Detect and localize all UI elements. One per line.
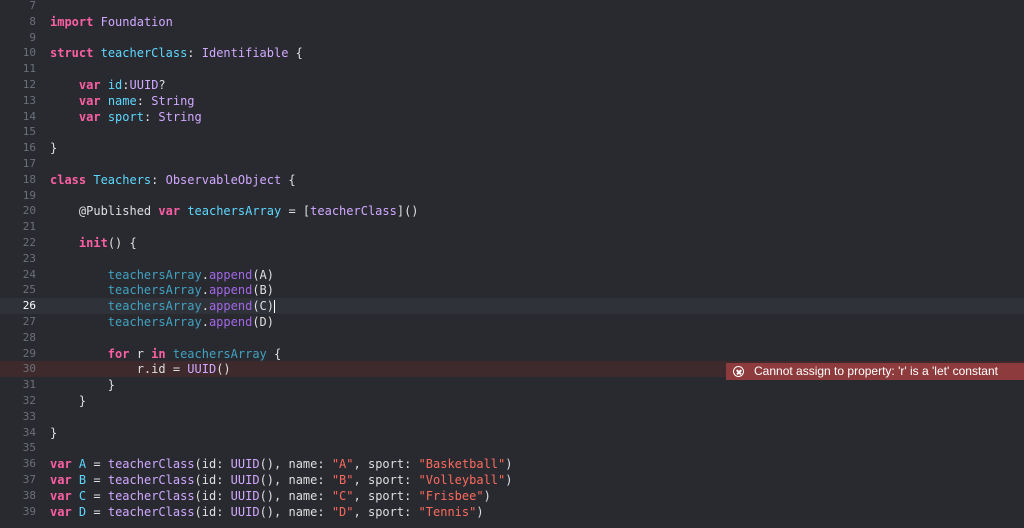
line-number: 30 [22, 362, 36, 376]
code-line[interactable]: 14 var sport: String [0, 109, 1024, 125]
line-code[interactable]: var C = teacherClass(id: UUID(), name: "… [50, 488, 491, 504]
code-line[interactable]: 16} [0, 140, 1024, 156]
line-number: 29 [22, 346, 36, 360]
code-line[interactable]: 23 [0, 251, 1024, 267]
line-number: 22 [22, 236, 36, 249]
line-code[interactable]: var A = teacherClass(id: UUID(), name: "… [50, 456, 512, 472]
code-line[interactable]: 28 [0, 330, 1024, 346]
code-line[interactable]: 15 [0, 124, 1024, 140]
code-line[interactable]: 21 [0, 219, 1024, 235]
code-line[interactable]: 36 var A = teacherClass(id: UUID(), name:… [0, 456, 1024, 472]
line-code[interactable]: teachersArray.append(C) [50, 298, 275, 314]
code-line[interactable]: 17 [0, 156, 1024, 172]
line-number: 14 [22, 109, 36, 123]
line-number: 9 [29, 30, 36, 44]
line-code[interactable]: var B = teacherClass(id: UUID(), name: "… [50, 472, 512, 488]
line-number: 28 [22, 330, 36, 344]
line-number: 36 [22, 457, 36, 471]
code-line[interactable]: 38 var C = teacherClass(id: UUID(), name:… [0, 488, 1024, 504]
code-line[interactable]: 29 for r in teachersArray { [0, 346, 1024, 362]
line-code[interactable]: var sport: String [50, 109, 202, 125]
line-number: 8 [29, 14, 36, 28]
line-code[interactable]: init() { [50, 235, 137, 251]
line-number: 11 [22, 62, 36, 76]
code-line[interactable]: 24 teachersArray.append(A) [0, 267, 1024, 283]
line-code[interactable]: teachersArray.append(A) [50, 267, 274, 283]
line-number: 20 [22, 204, 36, 218]
line-number: 19 [22, 188, 36, 202]
line-code[interactable]: var id:UUID? [50, 77, 166, 93]
code-line[interactable]: 25 teachersArray.append(B) [0, 282, 1024, 298]
line-number: 12 [22, 78, 36, 91]
line-number: 7 [29, 0, 36, 12]
line-number: 33 [22, 409, 36, 423]
code-line[interactable]: 10 struct teacherClass: Identifiable { [0, 45, 1024, 61]
code-line[interactable]: 39 var D = teacherClass(id: UUID(), name:… [0, 504, 1024, 520]
code-line[interactable]: 11 [0, 61, 1024, 77]
line-number: 35 [22, 441, 36, 455]
line-number: 27 [22, 315, 36, 328]
code-line[interactable]: 22 init() { [0, 235, 1024, 251]
line-code[interactable]: @Published var teachersArray = [teacherC… [50, 203, 419, 219]
error-message: Cannot assign to property: 'r' is a 'let… [754, 364, 998, 378]
code-line[interactable]: 8 import Foundation [0, 14, 1024, 30]
line-code[interactable]: teachersArray.append(D) [50, 314, 274, 330]
text-caret [274, 300, 275, 314]
line-code[interactable]: for r in teachersArray { [50, 346, 281, 362]
code-line[interactable]: 7 [0, 0, 1024, 14]
code-line[interactable]: 35 [0, 440, 1024, 456]
line-number: 21 [22, 220, 36, 234]
line-number: 18 [22, 172, 36, 186]
line-number: 32 [22, 394, 36, 407]
line-number: 39 [22, 504, 36, 518]
line-code[interactable]: teachersArray.append(B) [50, 282, 274, 298]
line-number: 13 [22, 93, 36, 107]
line-code[interactable]: } [50, 377, 115, 393]
line-number: 16 [22, 141, 36, 155]
code-line[interactable]: 33 [0, 409, 1024, 425]
line-number: 17 [22, 157, 36, 170]
line-code[interactable]: r.id = UUID() [50, 361, 231, 377]
code-line[interactable]: 20 @Published var teachersArray = [teach… [0, 203, 1024, 219]
line-code[interactable]: var name: String [50, 93, 195, 109]
code-line[interactable]: 18 class Teachers: ObservableObject { [0, 172, 1024, 188]
line-code[interactable]: } [50, 425, 57, 441]
line-number: 26 [22, 299, 36, 313]
code-editor[interactable]: 7 8 import Foundation 9 10 struct teacherClas… [0, 0, 1024, 528]
line-number: 10 [22, 46, 36, 60]
line-code[interactable]: import Foundation [50, 14, 173, 30]
line-code[interactable]: } [50, 393, 86, 409]
line-number: 15 [22, 125, 36, 139]
error-banner[interactable]: Cannot assign to property: 'r' is a 'let… [726, 363, 1024, 380]
code-line[interactable]: 13 var name: String [0, 93, 1024, 109]
code-line[interactable]: 32 } [0, 393, 1024, 409]
line-code[interactable]: var D = teacherClass(id: UUID(), name: "… [50, 504, 484, 520]
line-number: 25 [22, 283, 36, 297]
line-number: 37 [22, 473, 36, 486]
code-line[interactable]: 19 [0, 188, 1024, 204]
code-line[interactable]: 9 [0, 30, 1024, 46]
code-line[interactable]: 12 var id:UUID? [0, 77, 1024, 93]
line-code[interactable]: } [50, 140, 57, 156]
code-line[interactable]: 37 var B = teacherClass(id: UUID(), name:… [0, 472, 1024, 488]
code-line[interactable]: 27 teachersArray.append(D) [0, 314, 1024, 330]
line-code[interactable]: struct teacherClass: Identifiable { [50, 45, 303, 61]
line-number: 23 [22, 251, 36, 265]
line-number: 31 [22, 378, 36, 392]
code-line[interactable]: 34} [0, 425, 1024, 441]
line-number: 24 [22, 267, 36, 281]
line-number: 38 [22, 488, 36, 502]
code-line[interactable]: 26 teachersArray.append(C) [0, 298, 1024, 315]
line-number: 34 [22, 425, 36, 439]
line-code[interactable]: class Teachers: ObservableObject { [50, 172, 296, 188]
error-icon [733, 366, 744, 377]
